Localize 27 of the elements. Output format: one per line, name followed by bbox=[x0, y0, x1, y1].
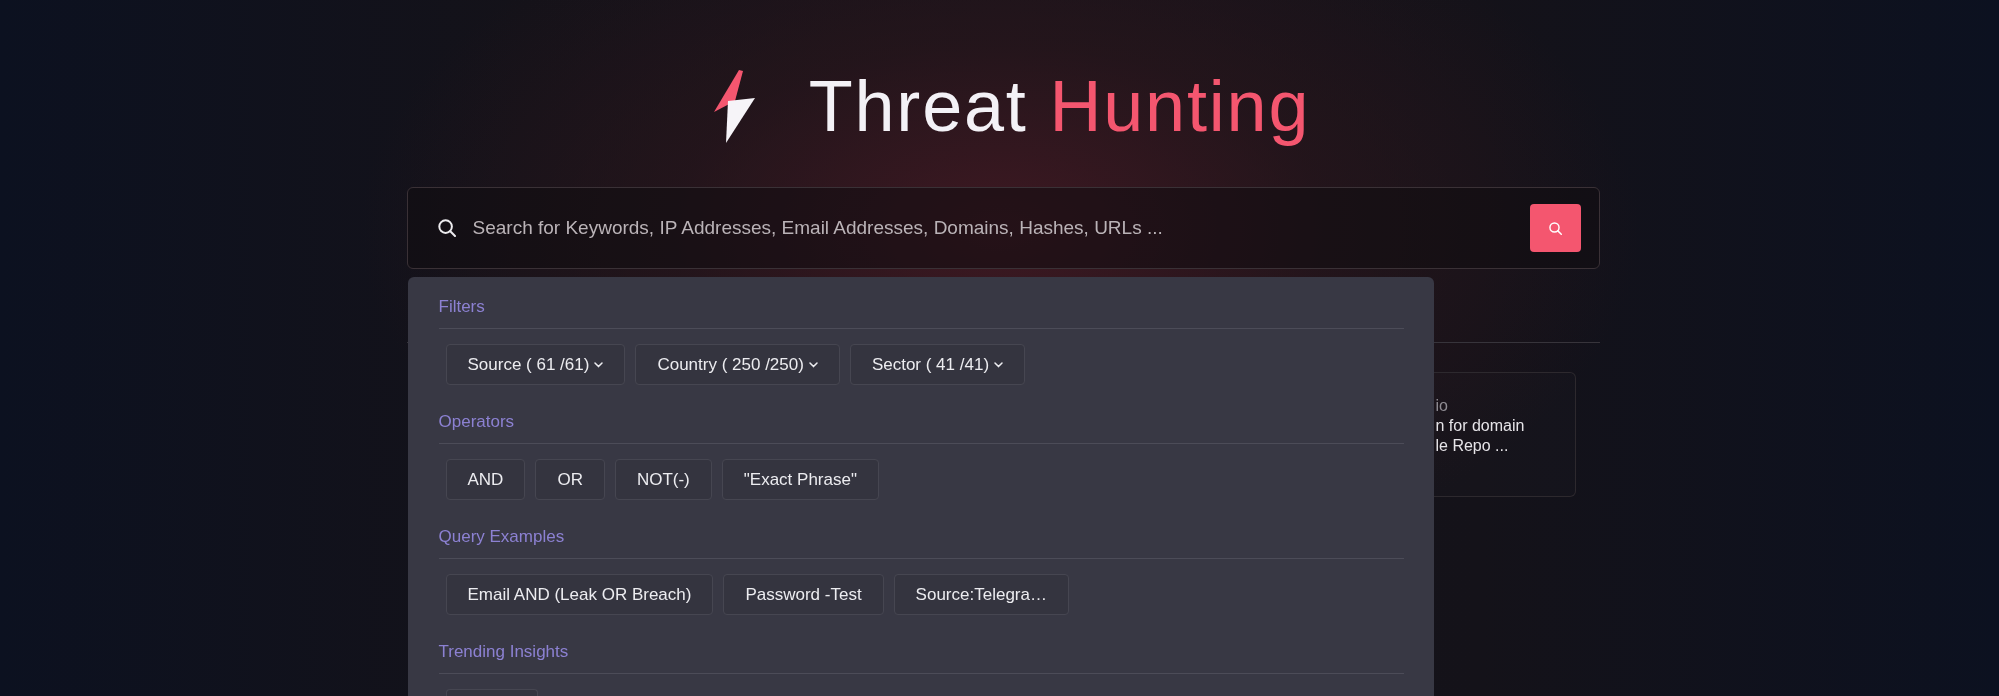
filter-dropdown[interactable]: Sector ( 41 /41) bbox=[849, 344, 1026, 385]
chevron-down-icon bbox=[594, 361, 604, 368]
page-title: Threat Hunting bbox=[808, 65, 1311, 148]
section-heading: Filters bbox=[438, 296, 485, 318]
search-bar[interactable]: Search for Keywords, IP Addresses, Email Addresses, Domains, Hashes, URLs ... bbox=[406, 187, 1600, 269]
suggestion-chip[interactable]: Source:Telegra… bbox=[893, 574, 1069, 615]
suggestion-chip[interactable]: "Exact Phrase" bbox=[721, 459, 879, 500]
suggestion-chip[interactable]: NOT(-) bbox=[614, 459, 712, 500]
suggestion-chip[interactable]: Email AND (Leak OR Breach) bbox=[445, 574, 714, 615]
chevron-down-icon bbox=[808, 361, 818, 368]
search-input[interactable]: Search for Keywords, IP Addresses, Email Addresses, Domains, Hashes, URLs ... bbox=[472, 208, 1513, 248]
card-text: le Repo ... bbox=[1435, 436, 1509, 456]
card-label: io bbox=[1435, 396, 1448, 416]
card-text: n for domain bbox=[1435, 416, 1525, 436]
section-heading: Query Examples bbox=[438, 526, 565, 548]
suggestion-chip[interactable]: OR bbox=[535, 459, 605, 500]
search-button[interactable] bbox=[1529, 204, 1581, 252]
chevron-down-icon bbox=[994, 361, 1004, 368]
filter-dropdown[interactable]: Source ( 61 /61) bbox=[445, 344, 626, 385]
section-heading: Operators bbox=[438, 411, 515, 433]
search-icon bbox=[437, 219, 456, 237]
suggestion-chip[interactable]: AND bbox=[445, 459, 526, 500]
section-heading: Trending Insights bbox=[438, 641, 569, 663]
filter-dropdown[interactable]: Country ( 250 /250) bbox=[635, 344, 840, 385]
lightning-bolt-icon bbox=[713, 69, 755, 143]
search-icon bbox=[1548, 221, 1562, 235]
suggestion-chip[interactable]: Password -Test bbox=[723, 574, 884, 615]
